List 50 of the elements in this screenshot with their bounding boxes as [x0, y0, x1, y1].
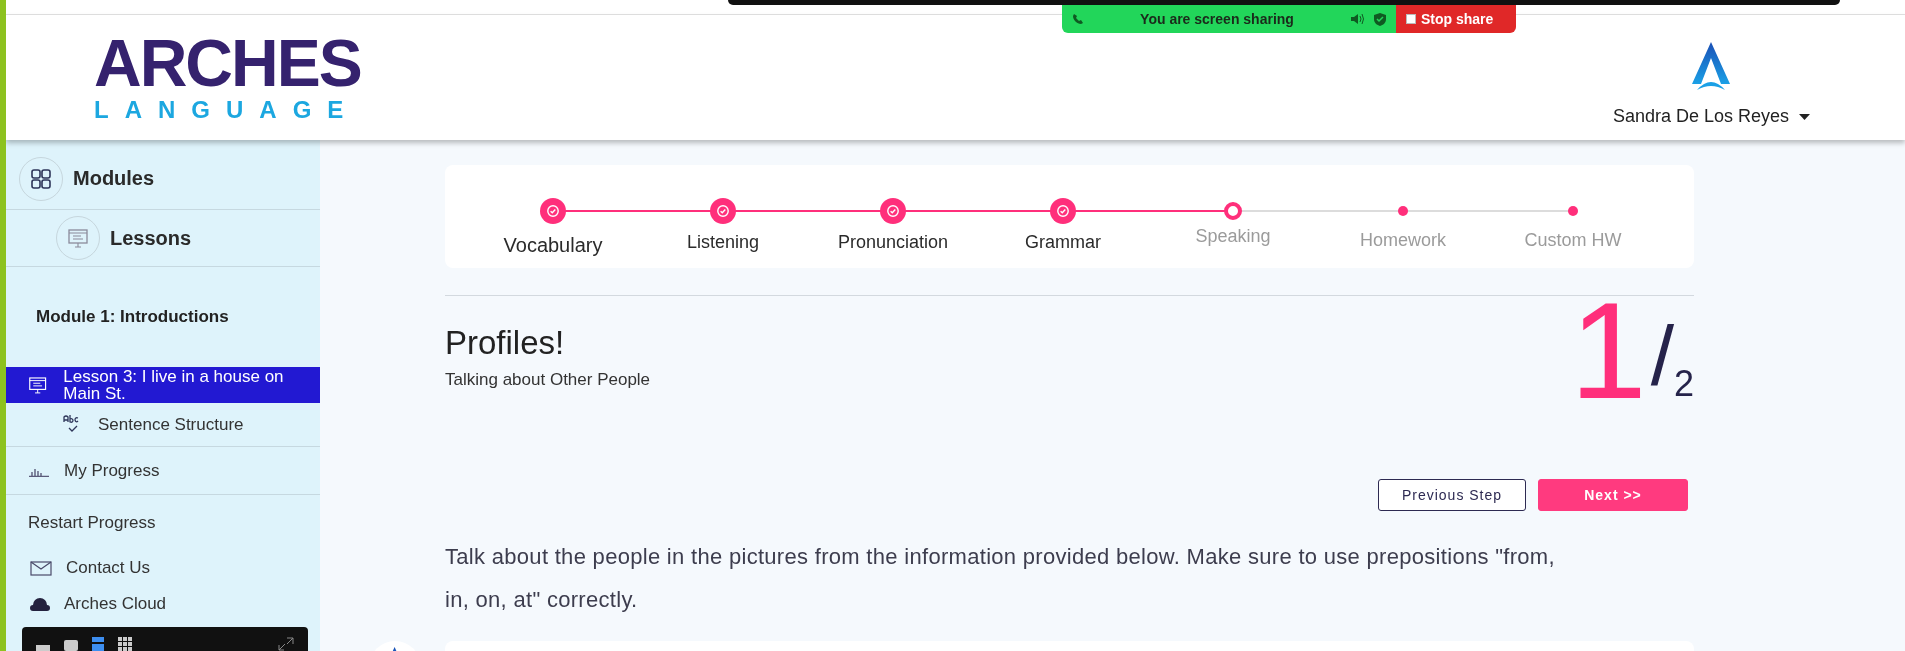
contact-us-link[interactable]: Contact Us	[6, 551, 320, 585]
step-marker[interactable]	[1568, 206, 1578, 216]
expand-icon[interactable]	[278, 637, 294, 651]
user-menu[interactable]: Sandra De Los Reyes	[1612, 106, 1810, 127]
layout-icon[interactable]	[92, 637, 104, 651]
shield-icon[interactable]	[1374, 12, 1386, 26]
check-icon	[887, 205, 899, 217]
module-title: Module 1: Introductions	[35, 306, 230, 328]
step-marker[interactable]	[1050, 198, 1076, 224]
step-marker[interactable]	[540, 198, 566, 224]
current-page-number: 1	[1569, 294, 1647, 406]
square-icon[interactable]	[64, 640, 78, 651]
phone-icon	[1072, 13, 1084, 25]
logo-wordmark: ARCHES	[94, 32, 361, 93]
step-marker[interactable]	[1398, 206, 1408, 216]
check-icon	[547, 205, 559, 217]
restart-progress-link[interactable]: Restart Progress	[6, 495, 320, 551]
previous-step-button[interactable]: Previous Step	[1378, 479, 1526, 511]
activity-title: Profiles!	[445, 324, 566, 362]
caret-icon	[1799, 113, 1810, 120]
check-icon	[1057, 205, 1069, 217]
step-label[interactable]: Listening	[686, 232, 760, 253]
presentation-board-icon	[67, 227, 89, 249]
check-icon	[717, 205, 729, 217]
total-page-number: 2	[1673, 366, 1694, 402]
step-marker[interactable]	[710, 198, 736, 224]
stop-share-button[interactable]: Stop share	[1396, 5, 1516, 33]
logo-subtitle: LANGUAGE	[94, 96, 360, 123]
envelope-icon	[30, 560, 52, 576]
my-progress-link[interactable]: My Progress	[6, 447, 320, 495]
step-marker[interactable]	[1224, 202, 1242, 220]
arches-cloud-link[interactable]: Arches Cloud	[6, 585, 320, 623]
lesson-item[interactable]: Lesson 3: I live in a house on Main St.	[6, 367, 320, 403]
step-label[interactable]: Vocabulary	[503, 234, 603, 257]
activity-subtitle: Talking about Other People	[445, 370, 651, 390]
topic-item[interactable]: Sentence Structure	[6, 403, 320, 447]
modules-nav-item[interactable]: Modules	[6, 140, 320, 210]
square-icon	[1406, 14, 1416, 24]
lessons-nav-item[interactable]: Lessons	[6, 210, 320, 267]
share-status-text: You are screen sharing	[1139, 11, 1295, 27]
step-label[interactable]: Grammar	[1025, 232, 1101, 253]
grid-icon	[31, 168, 51, 189]
grid-icon[interactable]	[118, 637, 132, 651]
speaker-icon[interactable]	[1350, 13, 1364, 25]
step-label[interactable]: Pronunciation	[837, 232, 949, 253]
instructions-text: Talk about the people in the pictures from the information provided below. Make sure to use prepositions "from, in, on, at" correctly.	[445, 543, 1556, 614]
cloud-icon	[30, 597, 50, 611]
page-separator: /	[1650, 314, 1674, 398]
presentation-board-icon	[28, 374, 48, 396]
step-marker[interactable]	[880, 198, 906, 224]
